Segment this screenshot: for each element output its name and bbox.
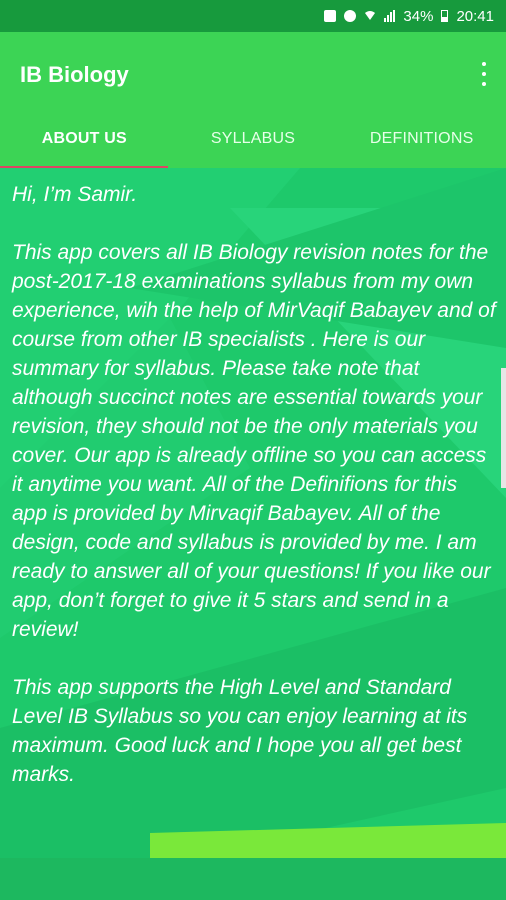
about-content[interactable]: Hi, I’m Samir. This app covers all IB Bi… — [0, 168, 506, 900]
sync-icon — [344, 10, 357, 22]
wifi-icon — [364, 8, 376, 25]
scrollbar[interactable] — [501, 368, 506, 488]
about-text: Hi, I’m Samir. This app covers all IB Bi… — [12, 180, 496, 818]
about-paragraph-1: This app covers all IB Biology revision … — [12, 241, 496, 641]
battery-percent: 34% — [403, 7, 434, 25]
more-vert-icon[interactable] — [480, 62, 488, 86]
tab-about-us[interactable]: ABOUT US — [0, 122, 169, 168]
status-bar: 34% 20:41 — [0, 0, 506, 32]
app-bar: IB Biology ABOUT US SYLLABUS DEFINITIONS — [0, 32, 506, 168]
clock: 20:41 — [456, 7, 494, 25]
signal-icon — [384, 10, 396, 22]
notification-icon — [324, 10, 337, 22]
app-title: IB Biology — [20, 62, 129, 87]
battery-icon — [441, 10, 449, 22]
about-paragraph-2: This app supports the High Level and Sta… — [12, 676, 468, 786]
tab-syllabus[interactable]: SYLLABUS — [169, 122, 338, 168]
tab-bar: ABOUT US SYLLABUS DEFINITIONS — [0, 122, 506, 168]
tab-definitions[interactable]: DEFINITIONS — [337, 122, 506, 168]
greeting-text: Hi, I’m Samir. — [12, 183, 138, 206]
